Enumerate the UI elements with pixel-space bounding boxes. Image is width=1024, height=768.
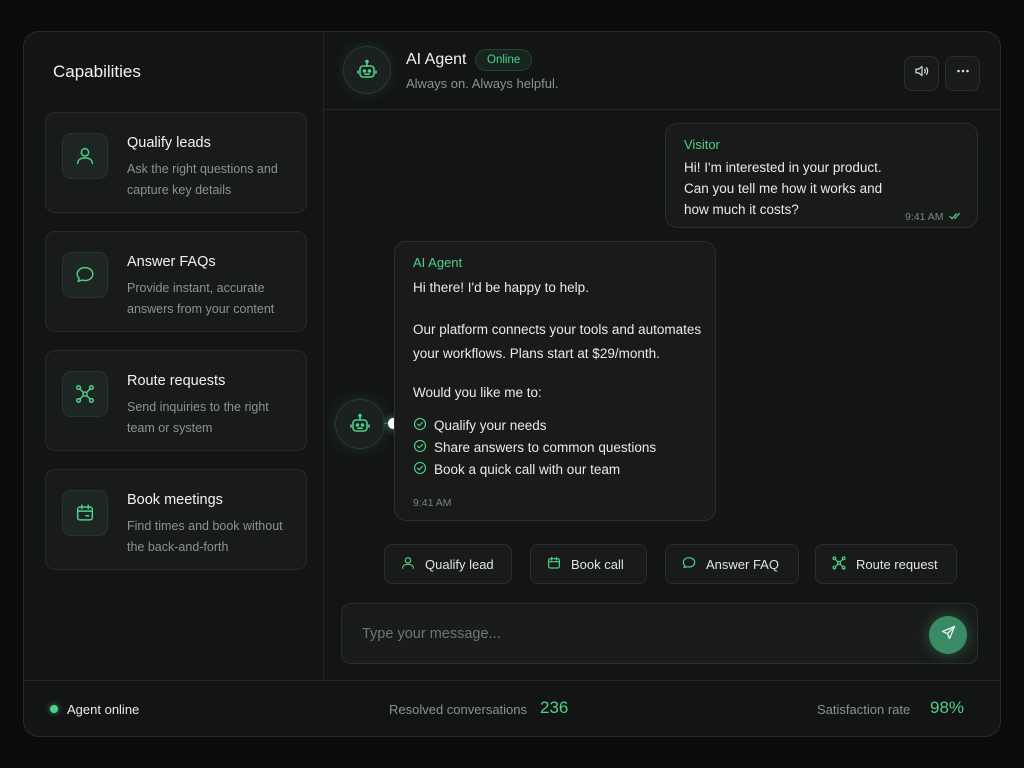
message-body: Our platform connects your tools and aut…: [413, 322, 702, 361]
calendar-icon: [62, 490, 108, 536]
agent-status-label: Agent online: [67, 702, 140, 717]
quick-action-label: Answer FAQ: [706, 556, 779, 572]
message-sender: Visitor: [684, 137, 720, 152]
capability-title: Book meetings: [127, 492, 223, 508]
online-status-dot: [50, 705, 58, 713]
check-circle-icon: [413, 417, 427, 434]
capability-description: Ask the right questions and capture key …: [127, 162, 278, 197]
capability-description: Send inquiries to the right team or syst…: [127, 400, 269, 435]
resolved-conversations-value: 236: [540, 698, 569, 717]
capability-card-answer-faqs[interactable]: Answer FAQs Provide instant, accurate an…: [45, 231, 307, 332]
more-options-button[interactable]: [945, 56, 980, 91]
route-icon: [831, 555, 847, 574]
message-time: 9:41 AM: [413, 497, 452, 509]
option-label: Share answers to common questions: [434, 440, 657, 455]
capability-card-book-meetings[interactable]: Book meetings Find times and book withou…: [45, 469, 307, 570]
calendar-icon: [546, 555, 562, 574]
chat-header: AI Agent Online Always on. Always helpfu…: [324, 32, 1000, 110]
option-item: Share answers to common questions: [413, 439, 656, 456]
status-badge: Online: [475, 49, 533, 71]
capability-title: Qualify leads: [127, 135, 211, 151]
status-footer: Agent online Resolved conversations 236 …: [24, 680, 1000, 736]
satisfaction-rate-value: 98%: [930, 698, 965, 717]
message-sender: AI Agent: [413, 255, 463, 270]
send-button[interactable]: [929, 616, 967, 654]
capability-title: Route requests: [127, 373, 226, 389]
quick-action-answer-faq[interactable]: Answer FAQ: [665, 544, 799, 584]
app-panel: Capabilities Qualify leads Ask the right…: [23, 31, 1001, 737]
sidebar-title: Capabilities: [53, 62, 141, 81]
message-time: 9:41 AM: [905, 211, 944, 223]
option-item: Qualify your needs: [413, 417, 547, 434]
capability-description: Provide instant, accurate answers from y…: [127, 281, 275, 316]
message-question: Would you like me to:: [413, 385, 542, 400]
user-icon: [62, 133, 108, 179]
message-text: Hi! I'm interested in your product. Can …: [684, 160, 883, 217]
route-icon: [62, 371, 108, 417]
satisfaction-rate-label: Satisfaction rate: [817, 702, 911, 717]
capability-title: Answer FAQs: [127, 254, 216, 270]
robot-icon: [335, 399, 385, 449]
option-label: Book a quick call with our team: [434, 462, 621, 477]
agent-subtitle: Always on. Always helpful.: [406, 76, 559, 91]
quick-action-book-call[interactable]: Book call: [530, 544, 647, 584]
user-icon: [400, 555, 416, 574]
resolved-conversations-label: Resolved conversations: [389, 702, 528, 717]
quick-action-qualify-lead[interactable]: Qualify lead: [384, 544, 512, 584]
quick-action-label: Qualify lead: [425, 556, 494, 572]
quick-action-route-request[interactable]: Route request: [815, 544, 957, 584]
option-item: Book a quick call with our team: [413, 461, 620, 478]
check-circle-icon: [413, 439, 427, 456]
message-composer: [341, 603, 978, 664]
agent-name: AI Agent: [406, 51, 467, 68]
quick-action-label: Route request: [856, 556, 938, 572]
send-icon: [940, 624, 957, 646]
capability-description: Find times and book without the back-and…: [127, 519, 283, 554]
message-input[interactable]: [362, 621, 902, 647]
option-label: Qualify your needs: [434, 418, 547, 433]
agent-message: AI Agent Hi there! I'd be happy to help.…: [394, 241, 716, 521]
capabilities-sidebar: Capabilities Qualify leads Ask the right…: [24, 32, 324, 680]
sound-button[interactable]: [904, 56, 939, 91]
speaker-icon: [913, 62, 931, 85]
chat-bubble-icon: [62, 252, 108, 298]
capability-card-route-requests[interactable]: Route requests Send inquiries to the rig…: [45, 350, 307, 451]
more-horizontal-icon: [954, 62, 972, 85]
message-meta: 9:41 AM: [905, 208, 963, 226]
capability-card-qualify-leads[interactable]: Qualify leads Ask the right questions an…: [45, 112, 307, 213]
visitor-message: Visitor Hi! I'm interested in your produ…: [665, 123, 978, 228]
check-circle-icon: [413, 461, 427, 478]
double-check-icon: [948, 208, 963, 226]
message-greeting: Hi there! I'd be happy to help.: [413, 280, 589, 295]
robot-icon: [343, 46, 391, 94]
chat-bubble-icon: [681, 555, 697, 574]
quick-action-label: Book call: [571, 556, 624, 572]
